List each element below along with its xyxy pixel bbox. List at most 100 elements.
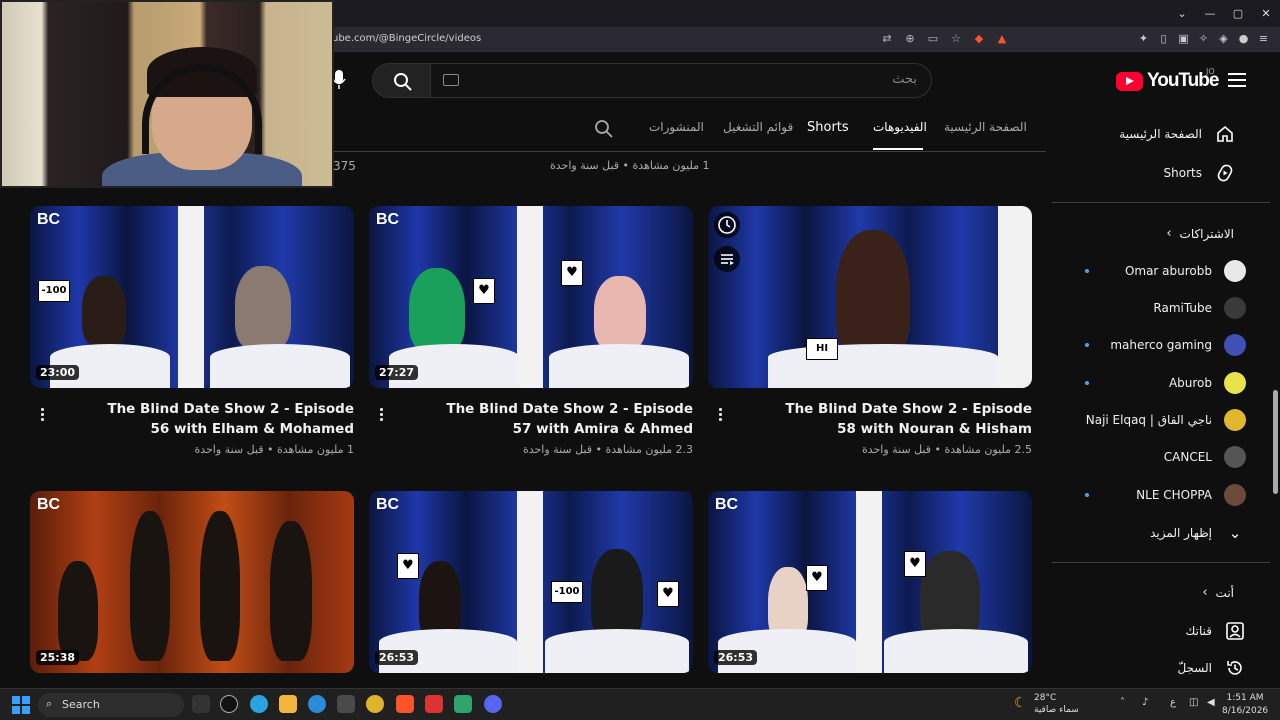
tab-shorts[interactable]: Shorts (807, 120, 849, 135)
sidebar-item-home[interactable]: الصفحة الرئيسية (1119, 116, 1236, 152)
thumb-person (836, 230, 910, 360)
you-header[interactable]: أنت ‹ (1202, 585, 1234, 600)
volume-icon[interactable]: ◀ (1207, 697, 1215, 708)
video-thumbnail[interactable]: -100 BC 23:00 (30, 206, 354, 388)
app-icon-discord[interactable] (484, 695, 502, 713)
sidebar-show-more[interactable]: ⌄ إظهار المزيد (1150, 515, 1246, 551)
windows-start-icon[interactable] (12, 696, 30, 714)
sidebar-subscription[interactable]: Naji Elqaq | ناجي القاق (1086, 402, 1246, 438)
chevron-left-icon: ‹ (1202, 585, 1208, 600)
webcam-overlay (0, 0, 334, 188)
video-thumbnail[interactable]: ♥ ♥ BC 27:27 (369, 206, 693, 388)
sidebar-item-shorts[interactable]: Shorts (1164, 155, 1236, 191)
language-indicator[interactable]: ع (1170, 697, 1176, 708)
subscription-name: Omar aburobb (1124, 264, 1212, 278)
tab-playlists[interactable]: قوائم التشغيل (723, 120, 793, 134)
brave-rewards-icon[interactable]: ▲ (995, 31, 1009, 47)
table (549, 344, 689, 388)
thumb-person (235, 266, 291, 350)
hamburger-menu-icon[interactable] (1228, 73, 1246, 87)
video-options-icon[interactable] (34, 403, 50, 425)
video-title[interactable]: The Blind Date Show 2 - Episode 58 with … (762, 399, 1032, 439)
url-text[interactable]: ube.com/@BingeCircle/videos (332, 33, 481, 44)
tab-list-button[interactable]: ⌄ (1168, 7, 1196, 20)
zoom-icon[interactable]: ⊕ (903, 31, 917, 47)
previous-row-number: 375 (333, 159, 356, 173)
tab-home[interactable]: الصفحة الرئيسية (944, 120, 1027, 134)
app-icon-media-player[interactable] (220, 695, 238, 713)
brave-shield-icon[interactable]: ◆ (972, 31, 986, 47)
sidebar-subscription[interactable]: Aburob (1169, 365, 1246, 401)
you-label: أنت (1215, 585, 1234, 600)
clock-date[interactable]: 8/16/2026 (1222, 706, 1268, 716)
app-icon-gamepad[interactable] (454, 695, 472, 713)
thumb-person (409, 268, 465, 352)
subscription-name: Aburob (1168, 376, 1212, 390)
weather-condition: سماء صافية (1034, 705, 1079, 715)
video-thumbnail[interactable]: HI (708, 206, 1032, 388)
vpn-icon[interactable]: ◈ (1217, 31, 1230, 47)
leo-icon[interactable]: ✧ (1197, 31, 1210, 47)
search-input[interactable]: بحث (430, 63, 932, 98)
mic-tray-icon[interactable]: ♪ (1142, 697, 1148, 708)
mic-icon[interactable] (332, 66, 346, 94)
keyboard-icon[interactable] (443, 74, 459, 86)
video-thumbnail[interactable]: BC 25:38 (30, 491, 354, 673)
translate-icon[interactable]: ⇄ (880, 31, 894, 47)
thumb-sign: -100 (551, 581, 583, 603)
app-icon-chrome[interactable] (366, 695, 384, 713)
new-content-dot (1085, 493, 1089, 497)
clock-time[interactable]: 1:51 AM (1225, 693, 1265, 703)
sidebar-subscription[interactable]: NLE CHOPPA (1136, 477, 1246, 513)
youtube-logo[interactable]: YouTube (1116, 70, 1219, 92)
sidebar-subscription[interactable]: maherco gaming (1110, 327, 1246, 363)
page-scrollbar[interactable] (1272, 54, 1280, 688)
bc-logo: BC (715, 496, 739, 513)
sidebar-divider (1052, 562, 1270, 563)
sidebar-subscription[interactable]: Omar aburobb (1125, 253, 1246, 289)
close-button[interactable]: ✕ (1252, 7, 1280, 20)
add-to-queue-icon[interactable] (714, 246, 740, 272)
app-icon-brave[interactable] (396, 695, 414, 713)
video-title[interactable]: The Blind Date Show 2 - Episode 56 with … (84, 399, 354, 439)
video-duration: 23:00 (36, 365, 80, 380)
bc-logo: BC (376, 496, 400, 513)
chevron-up-icon[interactable]: ˄ (1120, 697, 1125, 708)
app-icon-recorder[interactable] (425, 695, 443, 713)
sidebar-subscription[interactable]: RamiTube (1153, 290, 1246, 326)
video-title[interactable]: The Blind Date Show 2 - Episode 57 with … (423, 399, 693, 439)
screen-icon[interactable]: ▭ (926, 31, 940, 47)
network-icon[interactable]: ◫ (1189, 697, 1198, 708)
sidebar-item-history[interactable]: السجلّ (1177, 650, 1246, 686)
app-icon-file-explorer[interactable] (279, 695, 297, 713)
subscriptions-header[interactable]: الاشتراكات ‹ (1166, 226, 1234, 241)
table (884, 629, 1028, 673)
tab-posts[interactable]: المنشورات (649, 120, 704, 134)
sidebar-toggle-icon[interactable]: ▯ (1157, 31, 1170, 47)
app-icon-telegram[interactable] (250, 695, 268, 713)
sidebar-item-label: السجلّ (1177, 661, 1212, 675)
tab-videos[interactable]: الفيديوهات (873, 120, 927, 134)
maximize-button[interactable]: ▢ (1224, 7, 1252, 20)
bookmark-icon[interactable]: ☆ (949, 31, 963, 47)
search-button[interactable] (372, 63, 432, 98)
taskbar-search[interactable]: ⌕ Search (38, 693, 184, 717)
sidebar-item-your-channel[interactable]: قناتك (1186, 613, 1246, 649)
menu-icon[interactable]: ≡ (1257, 31, 1270, 47)
video-thumbnail[interactable]: ♥ -100 ♥ BC 26:53 (369, 491, 693, 673)
extensions-icon[interactable]: ✦ (1137, 31, 1150, 47)
watch-later-icon[interactable] (714, 212, 740, 238)
minimize-button[interactable]: — (1196, 7, 1224, 20)
app-icon-store[interactable] (337, 695, 355, 713)
scrollbar-thumb[interactable] (1273, 390, 1278, 494)
video-options-icon[interactable] (712, 403, 728, 425)
sidebar-subscription[interactable]: CANCEL (1164, 439, 1246, 475)
channel-search-icon[interactable] (594, 119, 614, 139)
app-icon-edge[interactable] (308, 695, 326, 713)
video-thumbnail[interactable]: ♥ ♥ BC 26:53 (708, 491, 1032, 673)
app-icon-epic[interactable] (192, 695, 210, 713)
video-options-icon[interactable] (373, 403, 389, 425)
wallet-icon[interactable]: ▣ (1177, 31, 1190, 47)
profile-icon[interactable]: ● (1237, 31, 1250, 47)
subscription-name: NLE CHOPPA (1136, 488, 1212, 502)
